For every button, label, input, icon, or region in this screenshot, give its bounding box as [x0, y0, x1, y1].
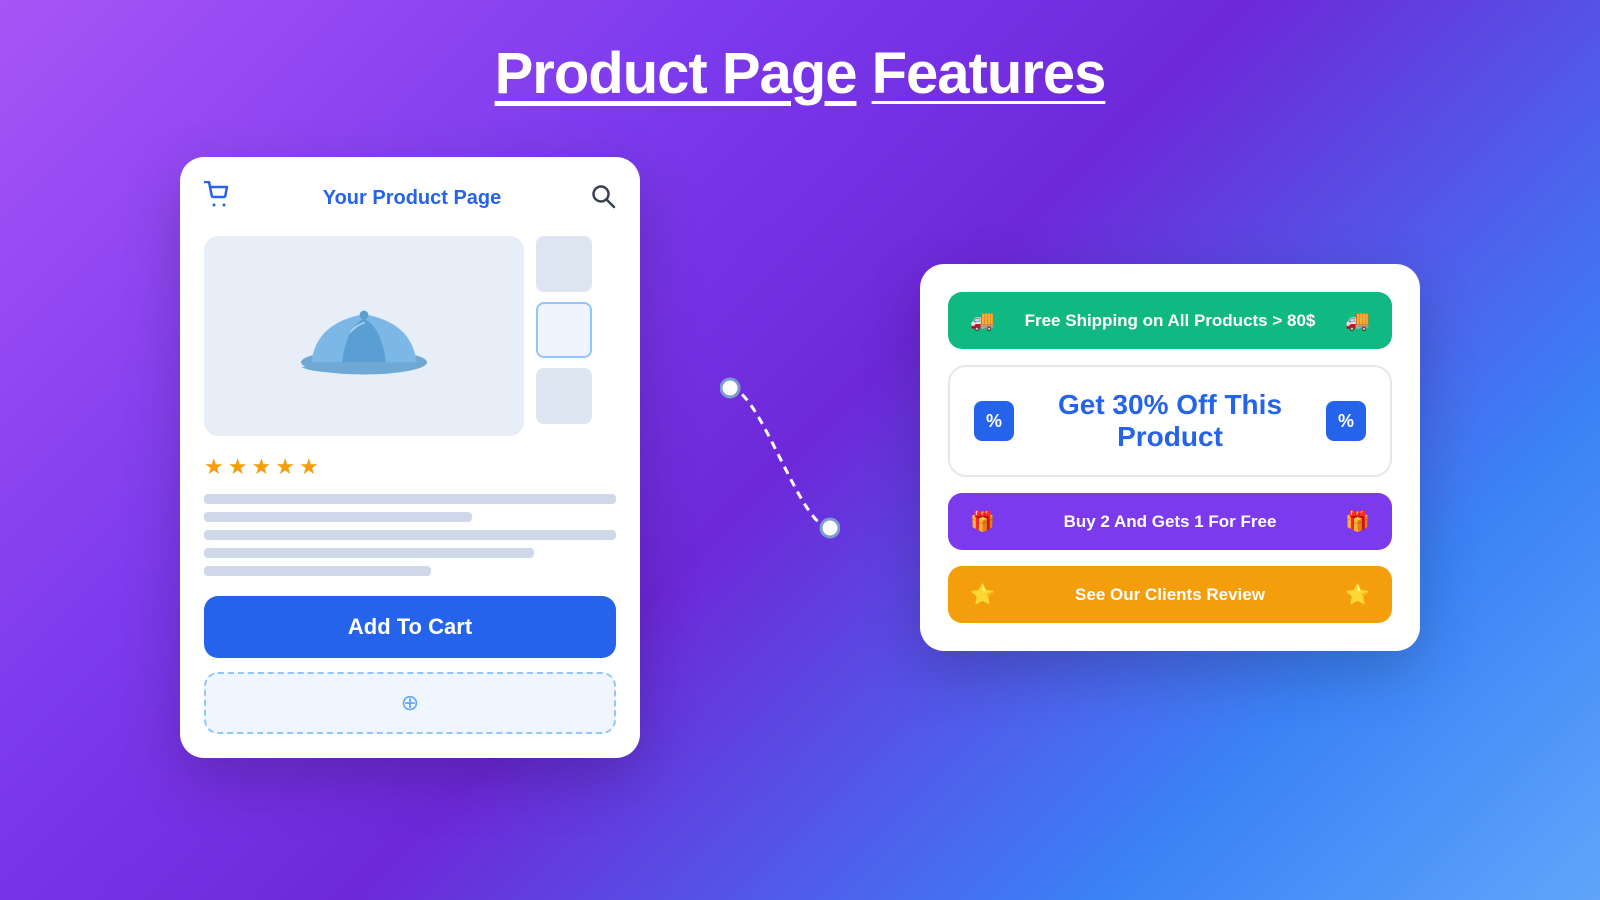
review-feature-row: ⭐ See Our Clients Review ⭐ [948, 566, 1392, 623]
page-title: Product Page Features [495, 40, 1106, 107]
product-thumbnails [536, 236, 592, 436]
mock-header: Your Product Page [204, 181, 616, 216]
stars-row: ★ ★ ★ ★ ★ [204, 454, 616, 480]
shipping-icon-left: 🚚 [970, 308, 995, 333]
discount-icon-left: % [974, 401, 1014, 441]
star-icon-right: ⭐ [1345, 582, 1370, 607]
search-icon [590, 183, 616, 215]
percent-icon-left: % [986, 411, 1002, 432]
thumbnail-1 [536, 236, 592, 292]
add-widget-button[interactable]: ⊕ [204, 672, 616, 734]
star-4: ★ [275, 454, 295, 480]
star-1: ★ [204, 454, 224, 480]
product-main-image [204, 236, 524, 436]
add-to-cart-button[interactable]: Add To Cart [204, 596, 616, 658]
text-line-1 [204, 494, 616, 504]
connector-area [720, 308, 840, 608]
features-panel: 🚚 Free Shipping on All Products > 80$ 🚚 … [920, 264, 1420, 651]
bogo-feature-row: 🎁 Buy 2 And Gets 1 For Free 🎁 [948, 493, 1392, 550]
product-page-mock: Your Product Page [180, 157, 640, 758]
product-image-area [204, 236, 616, 436]
review-label: See Our Clients Review [995, 585, 1345, 605]
connector-svg [720, 308, 840, 608]
shipping-feature-row: 🚚 Free Shipping on All Products > 80$ 🚚 [948, 292, 1392, 349]
discount-icon-right: % [1326, 401, 1366, 441]
percent-icon-right: % [1338, 411, 1354, 432]
text-line-3 [204, 530, 616, 540]
star-icon-left: ⭐ [970, 582, 995, 607]
mock-header-title: Your Product Page [323, 187, 502, 210]
discount-feature-row: % Get 30% Off This Product % [948, 365, 1392, 477]
shipping-icon-right: 🚚 [1345, 308, 1370, 333]
thumbnail-2 [536, 302, 592, 358]
thumbnail-3 [536, 368, 592, 424]
gift-icon-left: 🎁 [970, 509, 995, 534]
bogo-label: Buy 2 And Gets 1 For Free [995, 512, 1345, 532]
text-line-2 [204, 512, 472, 522]
cart-icon [204, 181, 234, 216]
star-3: ★ [251, 454, 271, 480]
star-5: ★ [299, 454, 319, 480]
text-line-4 [204, 548, 534, 558]
add-widget-icon: ⊕ [401, 690, 419, 715]
shipping-label: Free Shipping on All Products > 80$ [995, 311, 1345, 331]
gift-icon-right: 🎁 [1345, 509, 1370, 534]
text-line-5 [204, 566, 431, 576]
star-2: ★ [228, 454, 248, 480]
hat-illustration [294, 286, 434, 386]
discount-label: Get 30% Off This Product [1014, 389, 1326, 453]
main-content: Your Product Page [0, 157, 1600, 758]
text-lines [204, 494, 616, 576]
